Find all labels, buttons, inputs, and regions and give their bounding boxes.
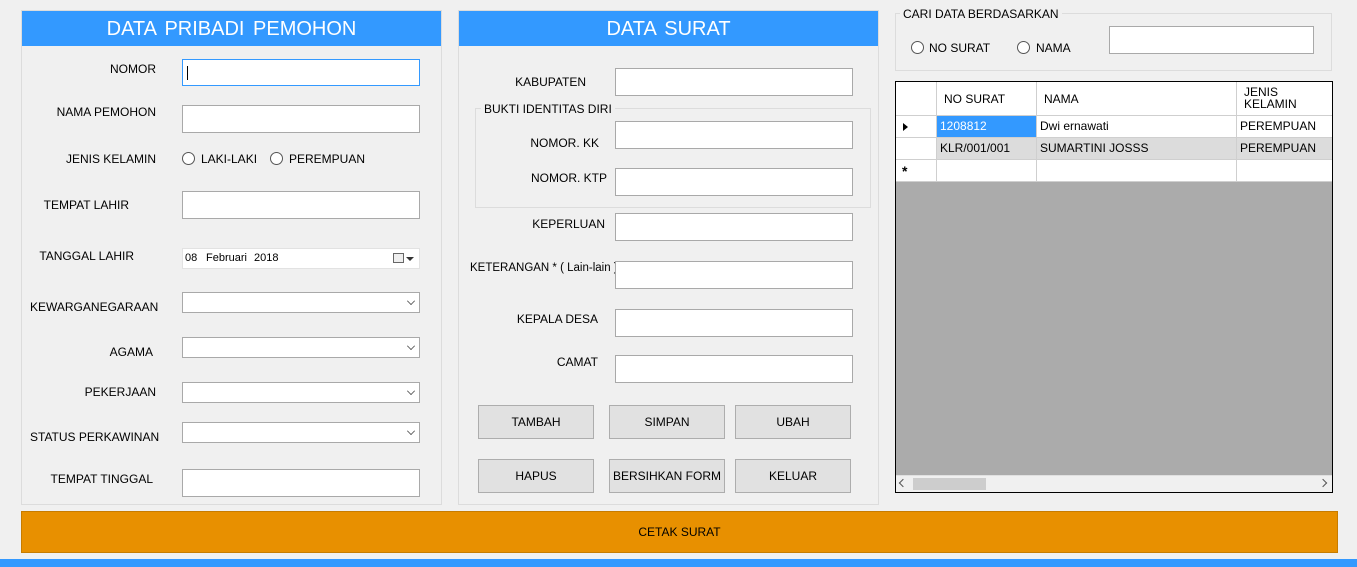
- grid-header-jenis-kelamin[interactable]: JENIS KELAMIN: [1237, 82, 1332, 116]
- search-no-surat-label[interactable]: NO SURAT: [929, 41, 990, 55]
- camat-label: CAMAT: [556, 355, 598, 369]
- camat-field[interactable]: [615, 355, 853, 383]
- grid-cell-jenis-kelamin[interactable]: PEREMPUAN: [1237, 138, 1332, 160]
- ubah-button[interactable]: UBAH: [735, 405, 851, 439]
- nama-pemohon-label: NAMA PEMOHON: [56, 105, 156, 119]
- surat-data-title: DATA SURAT: [459, 11, 878, 46]
- tempat-tinggal-label: TEMPAT TINGGAL: [50, 472, 153, 486]
- current-row-icon: [903, 123, 908, 131]
- simpan-button[interactable]: SIMPAN: [609, 405, 725, 439]
- row-header[interactable]: [896, 116, 937, 138]
- gender-male-radio[interactable]: [182, 152, 195, 165]
- search-group-title: CARI DATA BERDASARKAN: [900, 7, 1062, 21]
- kabupaten-label: KABUPATEN: [515, 75, 586, 89]
- search-no-surat-radio[interactable]: [911, 41, 924, 54]
- surat-data-grid[interactable]: NO SURAT NAMA JENIS KELAMIN 1208812 Dwi …: [895, 81, 1333, 493]
- keperluan-field[interactable]: [615, 213, 853, 241]
- tanggal-lahir-label: TANGGAL LAHIR: [39, 249, 134, 263]
- bersihkan-form-button[interactable]: BERSIHKAN FORM: [609, 459, 725, 493]
- keluar-button[interactable]: KELUAR: [735, 459, 851, 493]
- date-month[interactable]: Februari: [206, 252, 247, 264]
- search-nama-label[interactable]: NAMA: [1036, 41, 1071, 55]
- new-row-cell[interactable]: [1037, 160, 1237, 182]
- gender-male-label[interactable]: LAKI-LAKI: [201, 152, 257, 166]
- scroll-right-icon[interactable]: [1318, 478, 1328, 488]
- nama-pemohon-field[interactable]: [182, 105, 420, 133]
- grid-cell-no-surat[interactable]: KLR/001/001: [937, 138, 1037, 160]
- grid-cell-nama[interactable]: Dwi ernawati: [1037, 116, 1237, 138]
- nomor-label: NOMOR: [110, 62, 156, 76]
- pekerjaan-select[interactable]: [182, 382, 420, 403]
- keperluan-label: KEPERLUAN: [532, 217, 605, 231]
- new-row-header[interactable]: *: [896, 160, 937, 182]
- personal-data-title: DATA PRIBADI PEMOHON: [22, 11, 441, 46]
- grid-header-no-surat[interactable]: NO SURAT: [937, 82, 1037, 116]
- horizontal-scrollbar[interactable]: [896, 475, 1332, 492]
- text-caret: [187, 66, 188, 80]
- grid-cell-nama[interactable]: SUMARTINI JOSSS: [1037, 138, 1237, 160]
- keterangan-label: KETERANGAN * ( Lain-lain ): [470, 262, 618, 274]
- new-row-cell[interactable]: [937, 160, 1037, 182]
- nomor-ktp-field[interactable]: [615, 168, 853, 196]
- tambah-button[interactable]: TAMBAH: [478, 405, 594, 439]
- tempat-lahir-label: TEMPAT LAHIR: [43, 198, 129, 212]
- row-header[interactable]: [896, 138, 937, 160]
- agama-select[interactable]: [182, 337, 420, 358]
- scrollbar-thumb[interactable]: [913, 478, 986, 490]
- hapus-button[interactable]: HAPUS: [478, 459, 594, 493]
- cetak-surat-button[interactable]: CETAK SURAT: [21, 511, 1338, 553]
- search-input[interactable]: [1109, 26, 1314, 54]
- bottom-accent-bar: [0, 559, 1357, 567]
- chevron-down-icon[interactable]: [407, 297, 415, 305]
- search-nama-radio[interactable]: [1017, 41, 1030, 54]
- grid-cell-jenis-kelamin[interactable]: PEREMPUAN: [1237, 116, 1332, 138]
- kabupaten-field[interactable]: [615, 68, 853, 96]
- kepala-desa-field[interactable]: [615, 309, 853, 337]
- tempat-lahir-field[interactable]: [182, 191, 420, 219]
- nomor-kk-label: NOMOR. KK: [530, 136, 599, 150]
- kepala-desa-label: KEPALA DESA: [516, 312, 598, 326]
- grid-corner-header: [896, 82, 937, 116]
- chevron-down-icon[interactable]: [407, 387, 415, 395]
- status-perkawinan-label: STATUS PERKAWINAN: [30, 430, 160, 444]
- gender-female-radio[interactable]: [270, 152, 283, 165]
- chevron-down-icon[interactable]: [407, 427, 415, 435]
- tempat-tinggal-field[interactable]: [182, 469, 420, 497]
- agama-label: AGAMA: [109, 345, 153, 359]
- pekerjaan-label: PEKERJAAN: [84, 385, 156, 399]
- kewarganegaraan-label: KEWARGANEGARAAN: [30, 300, 159, 314]
- date-day[interactable]: 08: [185, 252, 197, 264]
- new-row-icon: *: [902, 163, 908, 179]
- new-row-cell[interactable]: [1237, 160, 1332, 182]
- scroll-left-icon[interactable]: [898, 478, 908, 488]
- gender-female-label[interactable]: PEREMPUAN: [289, 152, 365, 166]
- kewarganegaraan-select[interactable]: [182, 292, 420, 313]
- chevron-down-icon[interactable]: [406, 257, 414, 261]
- bukti-identitas-title: BUKTI IDENTITAS DIRI: [481, 102, 615, 116]
- status-perkawinan-select[interactable]: [182, 422, 420, 443]
- date-year[interactable]: 2018: [254, 252, 278, 264]
- grid-cell-no-surat[interactable]: 1208812: [937, 116, 1037, 138]
- grid-header-nama[interactable]: NAMA: [1037, 82, 1237, 116]
- nomor-field[interactable]: [182, 59, 420, 86]
- chevron-down-icon[interactable]: [407, 342, 415, 350]
- tanggal-lahir-datepicker[interactable]: 08 Februari 2018: [182, 248, 420, 269]
- jenis-kelamin-label: JENIS KELAMIN: [65, 152, 156, 166]
- nomor-kk-field[interactable]: [615, 121, 853, 149]
- nomor-ktp-label: NOMOR. KTP: [530, 171, 607, 185]
- keterangan-field[interactable]: [615, 261, 853, 289]
- calendar-icon[interactable]: [393, 253, 404, 263]
